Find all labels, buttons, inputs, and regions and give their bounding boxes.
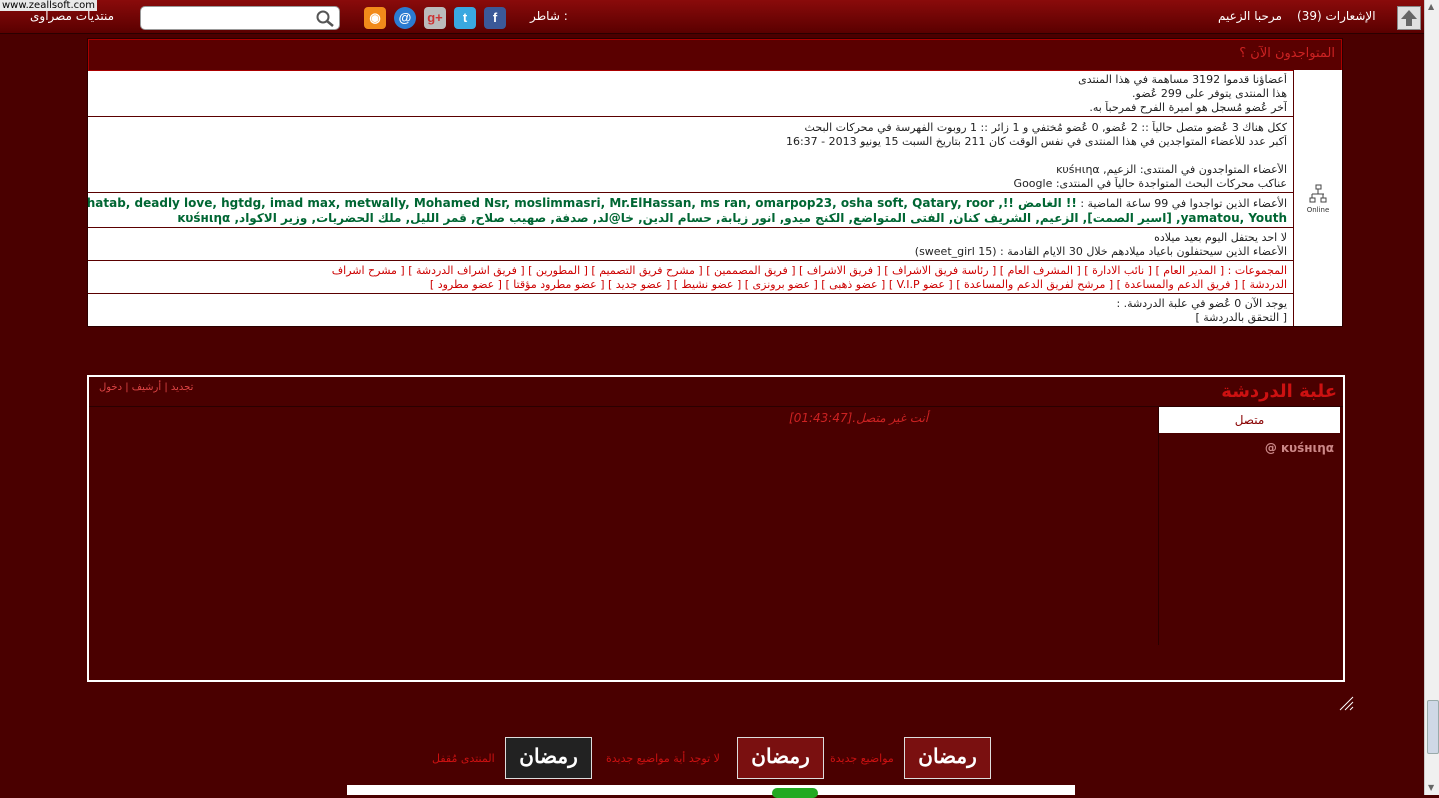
watermark: www.zeallsoft.com xyxy=(0,0,98,11)
chat-users-panel: متصل @ ĸυśнιηα xyxy=(1158,407,1340,645)
no-new-posts-label: لا توجد أية مواضيع جديدة xyxy=(606,752,720,765)
stats-members: هذا المنتدى يتوفر على 299 عُضو. xyxy=(1132,87,1287,100)
top-toolbar: منتديات مصراوى ◉ @ g+ t f شاطر : مرحبا ا… xyxy=(0,0,1424,34)
online-icon: Online xyxy=(1296,184,1340,214)
welcome-user[interactable]: مرحبا الزعيم xyxy=(1218,9,1282,23)
chatbox-title: علبة الدردشة xyxy=(1221,381,1337,402)
up-arrow-icon xyxy=(1401,10,1417,26)
chat-check-link[interactable]: [ التحقق بالدردشة ] xyxy=(88,311,1287,325)
last99-list-1[interactable]: !! الغامض !!, abohatab, deadly love, hgt… xyxy=(88,196,1077,210)
facebook-icon[interactable]: f xyxy=(484,7,506,29)
birthday-today: لا احد يحتفل اليوم بعيد ميلاده xyxy=(1154,231,1287,244)
online-members[interactable]: الأعضاء المتواجدون في المنتدى: الزعيم, ĸ… xyxy=(88,163,1287,177)
groups-line-2[interactable]: الدردشة ] [ فريق الدعم والمساعدة ] [ مرش… xyxy=(88,278,1287,292)
search-icon[interactable] xyxy=(315,9,335,27)
online-bots: عناكب محركات البحث المتواجدة حالياً في ا… xyxy=(1013,177,1287,190)
online-total: ككل هناك 3 عُضو متصل حالياً :: 2 عُضو, 0… xyxy=(804,121,1287,134)
groups-row: المجموعات : [ المدير العام ] [ نائب الاد… xyxy=(88,262,1293,294)
scroll-up-icon[interactable]: ▲ xyxy=(1428,2,1434,11)
search-input[interactable] xyxy=(140,6,340,30)
stats-row: أعضاؤنا قدموا 3192 مساهمة في هذا المنتدى… xyxy=(88,71,1293,117)
chatbox: علبة الدردشة تجديد | أرشيف | دخول أنت غي… xyxy=(87,375,1345,682)
last99-prefix: الأعضاء الذين تواجدوا في 99 ساعة الماضية… xyxy=(1080,197,1287,210)
last99-list-2[interactable]: yamatou, Youth, [اسير الصمت], الزعيم, ال… xyxy=(88,211,1287,225)
google-plus-icon[interactable]: g+ xyxy=(424,7,446,29)
chat-message: أنت غير متصل.[01:43:47] xyxy=(789,411,928,425)
stats-posts: أعضاؤنا قدموا 3192 مساهمة في هذا المنتدى xyxy=(1078,73,1287,86)
footer-button[interactable] xyxy=(772,788,818,798)
locked-label: المنتدى مُقفل xyxy=(432,752,495,765)
who-header: المتواجدون الآن ؟ xyxy=(88,39,1342,71)
share-label: شاطر : xyxy=(530,9,568,23)
who-title[interactable]: المتواجدون الآن ؟ xyxy=(1239,46,1335,61)
chat-count: يوجد الآن 0 عُضو في علبة الدردشة. : xyxy=(1116,297,1287,310)
new-posts-icon: رمضان xyxy=(904,737,991,779)
no-new-posts-icon: رمضان xyxy=(737,737,824,779)
who-is-online-panel: المتواجدون الآن ؟ Online أعضاؤنا قدموا 3… xyxy=(87,38,1343,327)
resize-handle-icon[interactable] xyxy=(1338,695,1354,711)
scroll-top-button[interactable] xyxy=(1397,6,1421,30)
chat-count-row: يوجد الآن 0 عُضو في علبة الدردشة. : [ ال… xyxy=(88,295,1293,326)
birthdays-row: لا احد يحتفل اليوم بعيد ميلاده الأعضاء ا… xyxy=(88,229,1293,261)
new-posts-label: مواضيع جديدة xyxy=(830,752,894,765)
scroll-down-icon[interactable]: ▼ xyxy=(1428,783,1434,792)
online-sidebar: Online xyxy=(1293,70,1342,326)
rss-icon[interactable]: ◉ xyxy=(364,7,386,29)
page-scrollbar[interactable]: ▲ ▼ xyxy=(1424,0,1439,795)
site-name[interactable]: منتديات مصراوى xyxy=(30,9,114,23)
chatbox-links[interactable]: تجديد | أرشيف | دخول xyxy=(99,382,193,393)
online-label: Online xyxy=(1306,206,1330,214)
last-99-row: الأعضاء الذين تواجدوا في 99 ساعة الماضية… xyxy=(88,194,1293,228)
twitter-icon[interactable]: t xyxy=(454,7,476,29)
chat-message-time: [01:43:47] xyxy=(789,411,853,425)
online-row: ككل هناك 3 عُضو متصل حالياً :: 2 عُضو, 0… xyxy=(88,118,1293,193)
stats-newest: آخر عُضو مُسجل هو اميرة الفرح فمرحباً به… xyxy=(1089,101,1287,114)
chatbox-divider xyxy=(89,406,1343,407)
tab-online[interactable]: متصل xyxy=(1159,407,1340,433)
groups-line-1[interactable]: المجموعات : [ المدير العام ] [ نائب الاد… xyxy=(88,264,1287,278)
chat-message-text: أنت غير متصل. xyxy=(852,411,929,425)
email-icon[interactable]: @ xyxy=(394,7,416,29)
birthday-upcoming[interactable]: الأعضاء الذين سيحتفلون باعياد ميلادهم خل… xyxy=(88,245,1287,259)
notifications-link[interactable]: الإشعارات (39) xyxy=(1297,9,1376,23)
online-record: أكبر عدد للأعضاء المتواجدين في هذا المنت… xyxy=(785,135,1287,148)
chat-user[interactable]: @ ĸυśнιηα xyxy=(1265,441,1334,455)
footer-bar xyxy=(347,785,1075,795)
scroll-thumb[interactable] xyxy=(1427,700,1439,754)
locked-icon: رمضان xyxy=(505,737,592,779)
